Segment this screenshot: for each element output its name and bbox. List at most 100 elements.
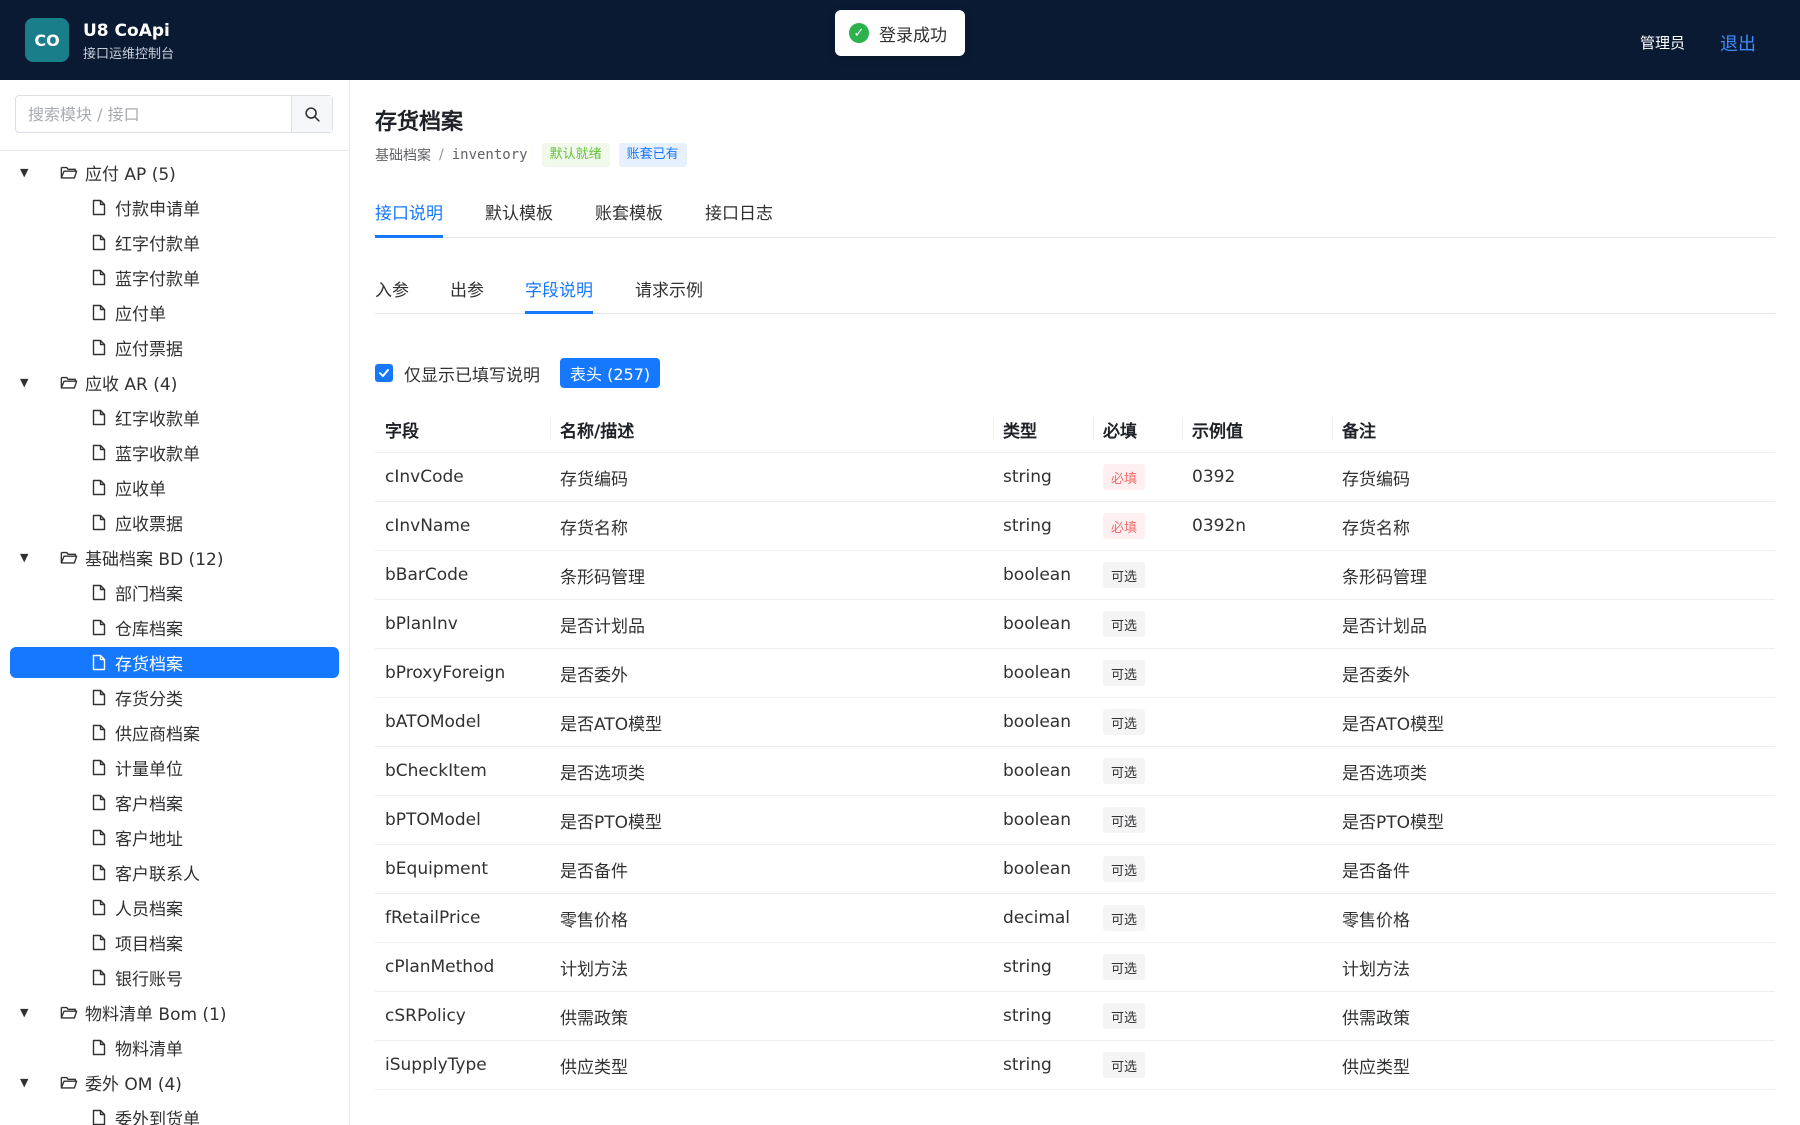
col-divider	[550, 418, 551, 440]
filter-row: 仅显示已填写说明 表头 (257)	[375, 358, 661, 388]
caret-down-icon[interactable]: ▼	[20, 1076, 32, 1089]
tree-item[interactable]: 存货分类	[0, 680, 349, 715]
tree-item[interactable]: 计量单位	[0, 750, 349, 785]
caret-down-icon[interactable]: ▼	[20, 166, 32, 179]
file-icon	[92, 479, 106, 501]
tree-item-label: 物料清单	[115, 1040, 183, 1060]
file-icon	[92, 969, 106, 991]
cell-required: 必填	[1103, 453, 1146, 501]
tree-item[interactable]: 人员档案	[0, 890, 349, 925]
tree-item[interactable]: 委外到货单	[0, 1100, 349, 1125]
cell-note: 是否备件	[1342, 861, 1410, 882]
tree-item[interactable]: 物料清单	[0, 1030, 349, 1065]
tree-item[interactable]: 应付单	[0, 295, 349, 330]
tree-folder-label: 基础档案 BD (12)	[85, 550, 224, 570]
tree-item-label: 供应商档案	[115, 725, 200, 745]
tree-item-label: 部门档案	[115, 585, 183, 605]
cell-required: 可选	[1103, 698, 1146, 746]
cell-note: 是否计划品	[1342, 616, 1427, 637]
cell-desc: 条形码管理	[560, 567, 645, 588]
caret-down-icon[interactable]: ▼	[20, 551, 32, 564]
file-icon	[92, 304, 106, 326]
main-tabs: 接口说明 默认模板 账套模板 接口日志	[375, 185, 1775, 238]
tree-item[interactable]: 项目档案	[0, 925, 349, 960]
cell-desc: 是否委外	[560, 665, 628, 686]
file-icon	[92, 829, 106, 851]
tree-folder[interactable]: ▼ 委外 OM (4)	[0, 1065, 349, 1100]
file-icon	[92, 899, 106, 921]
header-count-badge[interactable]: 表头 (257)	[560, 358, 661, 388]
tree-item[interactable]: 银行账号	[0, 960, 349, 995]
tree-item[interactable]: 应收单	[0, 470, 349, 505]
subtab-request-example[interactable]: 请求示例	[635, 263, 703, 313]
tree-item[interactable]: 应付票据	[0, 330, 349, 365]
tree-item[interactable]: 客户档案	[0, 785, 349, 820]
tree-item-active[interactable]: 存货档案	[0, 645, 349, 680]
cell-note: 是否委外	[1342, 665, 1410, 686]
module-tree: ▼ 应付 AP (5) 付款申请单红字付款单蓝字付款单应付单应付票据 ▼ 应收 AR (…	[0, 155, 349, 1125]
search-input[interactable]	[16, 96, 291, 132]
tree-item[interactable]: 付款申请单	[0, 190, 349, 225]
col-header-field: 字段	[385, 421, 419, 442]
tree-folder-label: 应付 AP (5)	[85, 165, 176, 185]
tree-item[interactable]: 红字付款单	[0, 225, 349, 260]
cell-desc: 供应类型	[560, 1057, 628, 1078]
breadcrumb-module: 基础档案	[375, 148, 431, 164]
cell-required: 可选	[1103, 992, 1146, 1040]
file-icon	[92, 514, 106, 536]
breadcrumb-code: inventory	[451, 147, 528, 163]
tree-item-label: 红字付款单	[115, 235, 200, 255]
cell-field: cSRPolicy	[385, 1006, 466, 1026]
cell-required: 可选	[1103, 747, 1146, 795]
caret-down-icon[interactable]: ▼	[20, 1006, 32, 1019]
tab-api-description[interactable]: 接口说明	[375, 185, 443, 238]
table-header: 字段 名称/描述 类型 必填 示例值 备注	[375, 406, 1775, 453]
filled-only-checkbox[interactable]	[375, 364, 393, 382]
caret-down-icon[interactable]: ▼	[20, 376, 32, 389]
tree-folder[interactable]: ▼ 应付 AP (5)	[0, 155, 349, 190]
tree-item[interactable]: 应收票据	[0, 505, 349, 540]
cell-required: 可选	[1103, 551, 1146, 599]
tab-api-log[interactable]: 接口日志	[705, 185, 773, 237]
tree-folder-label: 委外 OM (4)	[85, 1075, 182, 1095]
tree-item[interactable]: 仓库档案	[0, 610, 349, 645]
tree-folder[interactable]: ▼ 基础档案 BD (12)	[0, 540, 349, 575]
logout-button[interactable]: 退出	[1720, 30, 1756, 56]
cell-required: 可选	[1103, 845, 1146, 893]
subtab-input-params[interactable]: 入参	[375, 263, 409, 313]
cell-field: bPTOModel	[385, 810, 481, 830]
tree-item[interactable]: 红字收款单	[0, 400, 349, 435]
tree-item[interactable]: 客户地址	[0, 820, 349, 855]
tree-item[interactable]: 蓝字收款单	[0, 435, 349, 470]
subtab-field-description[interactable]: 字段说明	[525, 263, 593, 314]
cell-field: iSupplyType	[385, 1055, 487, 1075]
tree-item-label: 人员档案	[115, 900, 183, 920]
tree-item[interactable]: 供应商档案	[0, 715, 349, 750]
cell-field: cInvName	[385, 516, 471, 536]
tree-folder[interactable]: ▼ 物料清单 Bom (1)	[0, 995, 349, 1030]
tab-account-template[interactable]: 账套模板	[595, 185, 663, 237]
cell-type: string	[1003, 1055, 1052, 1075]
tree-item-label: 应付单	[115, 305, 166, 325]
file-icon	[92, 864, 106, 886]
search-button[interactable]	[291, 96, 332, 132]
tree-item[interactable]: 客户联系人	[0, 855, 349, 890]
subtab-output-params[interactable]: 出参	[450, 263, 484, 313]
cell-note: 条形码管理	[1342, 567, 1427, 588]
col-divider	[1332, 418, 1333, 440]
cell-desc: 存货名称	[560, 518, 628, 539]
table-row: bEquipment 是否备件 boolean 可选 是否备件	[375, 845, 1775, 894]
tree-folder[interactable]: ▼ 应收 AR (4)	[0, 365, 349, 400]
tab-default-template[interactable]: 默认模板	[485, 185, 553, 237]
cell-desc: 是否PTO模型	[560, 812, 663, 833]
tree-item[interactable]: 部门档案	[0, 575, 349, 610]
file-icon	[92, 654, 106, 676]
table-row: cInvCode 存货编码 string 必填 0392 存货编码	[375, 453, 1775, 502]
filled-only-label[interactable]: 仅显示已填写说明	[404, 361, 540, 386]
cell-note: 是否选项类	[1342, 763, 1427, 784]
sidebar-divider	[0, 150, 349, 151]
table-row: bBarCode 条形码管理 boolean 可选 条形码管理	[375, 551, 1775, 600]
tree-item[interactable]: 蓝字付款单	[0, 260, 349, 295]
search-box	[15, 95, 333, 133]
table-row: cSRPolicy 供需政策 string 可选 供需政策	[375, 992, 1775, 1041]
